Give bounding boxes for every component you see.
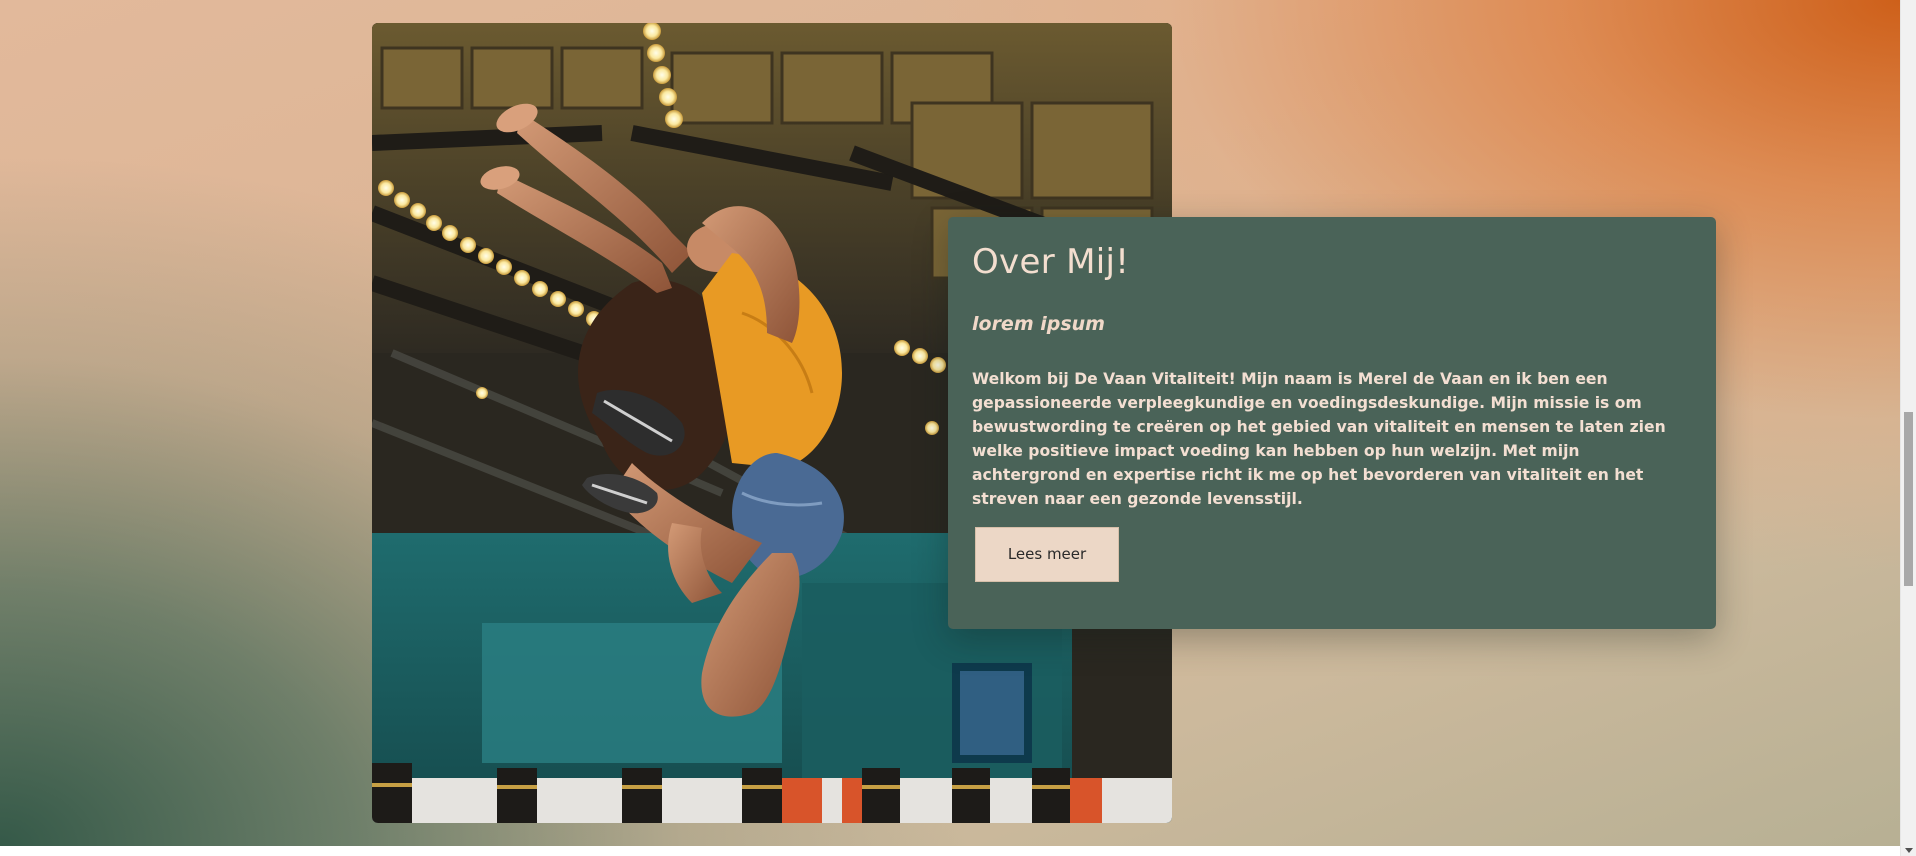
scrollbar-thumb[interactable] (1904, 412, 1913, 586)
page-viewport: Over Mij! lorem ipsum Welkom bij De Vaan… (0, 0, 1900, 856)
scroll-down-arrow-icon[interactable] (1905, 848, 1913, 853)
about-title: Over Mij! (972, 242, 1130, 282)
next-section-edge (0, 846, 1900, 856)
page-scrollbar[interactable] (1900, 0, 1916, 856)
about-description: Welkom bij De Vaan Vitaliteit! Mijn naam… (972, 370, 1666, 508)
about-card: Over Mij! lorem ipsum Welkom bij De Vaan… (948, 217, 1716, 629)
read-more-button[interactable]: Lees meer (975, 527, 1119, 582)
about-subtitle: lorem ipsum (972, 313, 1105, 335)
